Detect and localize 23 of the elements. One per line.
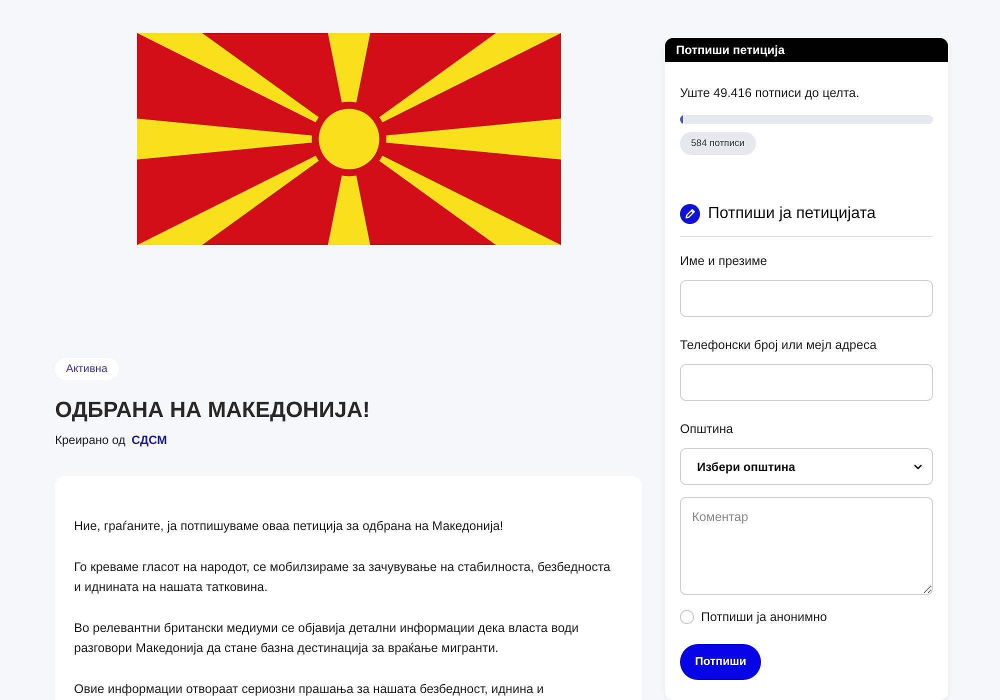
byline-label: Креирано од (55, 432, 126, 448)
comment-textarea[interactable]: Коментар (680, 497, 933, 595)
radio-button[interactable] (680, 610, 694, 624)
field-label: Телефонски број или мејл адреса (680, 337, 878, 353)
field-label: Општина (680, 421, 734, 437)
petition-paragraph: Го креваме гласот на народот, се мобилзираме за зачувување на стабилноста, безбедноста и иднината на нашата татковина. (74, 559, 612, 596)
municipality-select[interactable]: Избери општина (680, 448, 933, 485)
author-link[interactable]: СДСМ (131, 432, 167, 448)
sign-button[interactable]: Потпиши (680, 644, 762, 680)
field-label: Име и презиме (680, 253, 768, 269)
pencil-icon (680, 204, 700, 224)
status-badge: Активна (55, 358, 118, 380)
text-input[interactable] (680, 280, 933, 317)
panel-header: Потпиши петиција (665, 38, 948, 62)
anonymous-label: Потпиши ја анонимно (701, 609, 827, 625)
signature-count: 584 потписи (680, 132, 756, 155)
form-title: Потпиши ја петицијата (708, 204, 876, 224)
remaining-text: Уште 49.416 потписи до целта. (680, 85, 860, 101)
petition-title: ОДБРАНА НА МАКЕДОНИЈА! (55, 396, 371, 424)
petition-paragraph: Овие информации отвораат сериозни прашања за нашата безбедност, иднина и (74, 681, 545, 698)
petition-paragraph: Ние, граѓаните, ја потпишуваме оваа петиција за одбрана на Македонија! (74, 518, 504, 535)
petition-paragraph: Во релевантни британски медиуми се објавија детални информации дека власта води разговори Македонија да стане базна дестинација за враќање мигранти. (74, 620, 580, 657)
text-input[interactable] (680, 364, 933, 401)
